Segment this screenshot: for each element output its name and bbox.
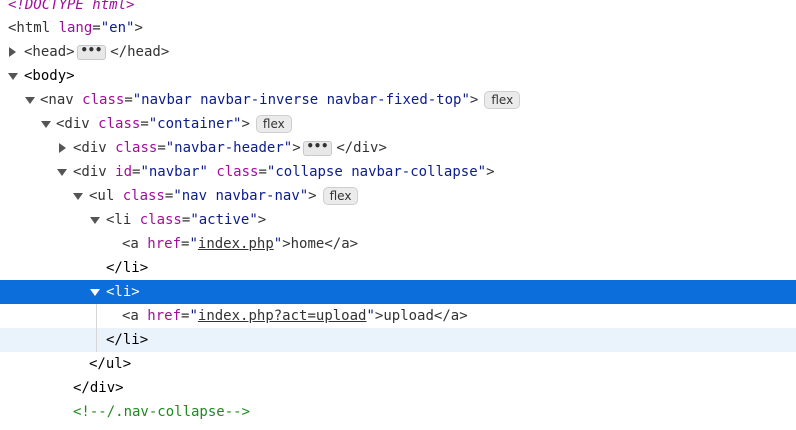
li-close-node: </li> bbox=[106, 332, 149, 348]
collapse-arrow-icon[interactable] bbox=[89, 280, 100, 304]
tree-row-a-upload[interactable]: <a href="index.php?act=upload">upload</a… bbox=[0, 304, 796, 328]
tree-row-container[interactable]: <div class="container"> flex bbox=[0, 112, 796, 136]
tree-row-div-close[interactable]: </div> bbox=[0, 376, 796, 400]
tree-row-a-home[interactable]: <a href="index.php">home</a> bbox=[0, 232, 796, 256]
head-node: <head> ••• </head> bbox=[24, 42, 170, 61]
tree-row-nav[interactable]: <nav class="navbar navbar-inverse navbar… bbox=[0, 88, 796, 112]
tree-row-li-selected[interactable]: <li> bbox=[0, 280, 796, 304]
tree-row-html[interactable]: <html lang="en"> bbox=[0, 16, 796, 40]
tree-row-comment[interactable]: <!--/.nav-collapse--> bbox=[0, 400, 796, 424]
ellipsis-expand-button[interactable]: ••• bbox=[302, 140, 333, 156]
href-link[interactable]: index.php?act=upload bbox=[198, 308, 367, 324]
div-close-node: </div> bbox=[73, 380, 124, 396]
tree-row-doctype[interactable]: <!DOCTYPE html> bbox=[0, 0, 796, 17]
flex-badge[interactable]: flex bbox=[255, 115, 292, 133]
li-node: <li> bbox=[106, 284, 140, 300]
li-active-node: <li class="active"> bbox=[106, 212, 267, 228]
body-node: <body> bbox=[24, 68, 75, 84]
tree-row-body[interactable]: <body> bbox=[0, 64, 796, 88]
navbar-collapse-div-node: <div id="navbar" class="collapse navbar-… bbox=[73, 164, 495, 180]
href-link[interactable]: index.php bbox=[198, 236, 274, 252]
doctype-node: <!DOCTYPE html> bbox=[8, 0, 135, 13]
a-upload-node: <a href="index.php?act=upload">upload</a… bbox=[122, 308, 468, 324]
expand-arrow-icon[interactable] bbox=[57, 136, 67, 160]
expand-arrow-icon[interactable] bbox=[7, 40, 17, 64]
flex-badge[interactable]: flex bbox=[322, 187, 359, 205]
collapse-arrow-icon[interactable] bbox=[89, 208, 100, 232]
collapse-arrow-icon[interactable] bbox=[40, 112, 51, 136]
tree-row-li-close-hovered[interactable]: </li> bbox=[0, 328, 796, 352]
tree-row-ul-close[interactable]: </ul> bbox=[0, 352, 796, 376]
ellipsis-expand-button[interactable]: ••• bbox=[76, 44, 107, 60]
container-div-node: <div class="container"> flex bbox=[56, 112, 292, 136]
selection-guide-line bbox=[96, 304, 97, 352]
tree-row-navbar-header[interactable]: <div class="navbar-header"> ••• </div> bbox=[0, 136, 796, 160]
tree-row-ul[interactable]: <ul class="nav navbar-nav"> flex bbox=[0, 184, 796, 208]
ul-close-node: </ul> bbox=[89, 356, 132, 372]
flex-badge[interactable]: flex bbox=[484, 91, 521, 109]
tree-row-li-active[interactable]: <li class="active"> bbox=[0, 208, 796, 232]
tree-row-head[interactable]: <head> ••• </head> bbox=[0, 40, 796, 64]
collapse-arrow-icon[interactable] bbox=[72, 184, 83, 208]
navbar-header-div-node: <div class="navbar-header"> ••• </div> bbox=[73, 138, 387, 157]
a-home-node: <a href="index.php">home</a> bbox=[122, 236, 359, 252]
ul-node: <ul class="nav navbar-nav"> flex bbox=[89, 184, 359, 208]
collapse-arrow-icon[interactable] bbox=[56, 160, 67, 184]
nav-node: <nav class="navbar navbar-inverse navbar… bbox=[40, 88, 521, 112]
tree-row-navbar-collapse[interactable]: <div id="navbar" class="collapse navbar-… bbox=[0, 160, 796, 184]
dom-inspector-tree: <!DOCTYPE html> <html lang="en"> <head> •… bbox=[0, 0, 796, 430]
collapse-arrow-icon[interactable] bbox=[24, 88, 35, 112]
li-close-node: </li> bbox=[106, 260, 149, 276]
collapse-arrow-icon[interactable] bbox=[7, 64, 18, 88]
comment-node: <!--/.nav-collapse--> bbox=[73, 404, 251, 420]
html-node: <html lang="en"> bbox=[8, 20, 143, 36]
tree-row-li-close[interactable]: </li> bbox=[0, 256, 796, 280]
